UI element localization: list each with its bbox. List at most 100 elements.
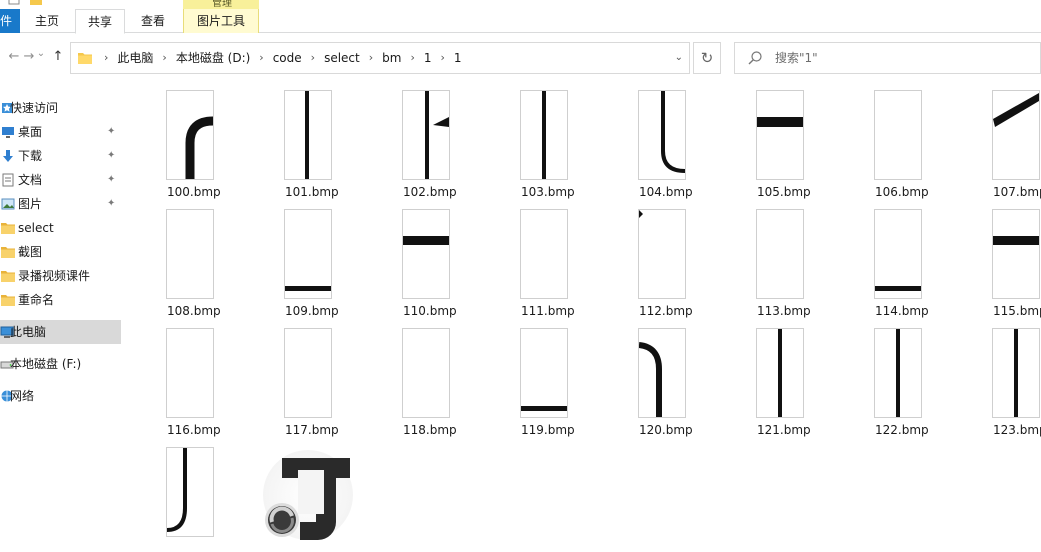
desktop-icon [2, 127, 14, 138]
recent-locations-button[interactable]: ⌄ [33, 46, 49, 62]
sidebar-item[interactable]: select [0, 216, 121, 240]
sidebar-item[interactable]: 桌面 ✦ [0, 120, 121, 144]
file-item[interactable]: 107.bmp [951, 77, 1041, 199]
thumbnail-image [542, 91, 546, 179]
navigation-pane: 快速访问 桌面 ✦ 下载 ✦ 文档 ✦ 图片 ✦ select 截图录播视频课件 重命名此电脑本地磁盘… [0, 90, 124, 541]
sidebar-item[interactable]: 快速访问 [0, 96, 121, 120]
sidebar-item[interactable]: 文档 ✦ [0, 168, 121, 192]
properties-icon[interactable] [8, 0, 20, 5]
file-item[interactable]: 110.bmp [361, 196, 479, 318]
file-thumbnail [756, 328, 804, 418]
sidebar-item-label: 重命名 [18, 293, 55, 307]
file-name: 123.bmp [993, 423, 1041, 437]
file-item[interactable]: 102.bmp [361, 77, 479, 199]
breadcrumb: › 此电脑 › 本地磁盘 (D:) › code › select › bm › 1 › 1 [95, 43, 462, 73]
breadcrumb-separator[interactable]: › [401, 43, 423, 73]
file-item[interactable] [125, 434, 243, 552]
file-item[interactable]: 103.bmp [479, 77, 597, 199]
thumbnail-image [185, 116, 213, 179]
pin-icon: ✦ [107, 198, 116, 209]
breadcrumb-separator[interactable]: › [431, 43, 453, 73]
address-bar[interactable]: › 此电脑 › 本地磁盘 (D:) › code › select › bm › 1 › 1 ⌄ [70, 42, 690, 74]
file-item[interactable]: 114.bmp [833, 196, 951, 318]
thumbnail-image [661, 91, 685, 173]
sidebar-item-label: 图片 [18, 197, 43, 211]
sidebar-item-label: select [18, 221, 54, 235]
file-item[interactable]: 106.bmp [833, 77, 951, 199]
file-item[interactable]: 100.bmp [125, 77, 243, 199]
sidebar-item[interactable]: 重命名 [0, 288, 121, 312]
ribbon: 管理 件 主页 共享 查看 图片工具 [0, 0, 1041, 34]
file-thumbnail [992, 90, 1040, 180]
breadcrumb-item[interactable]: 此电脑 [117, 43, 153, 73]
breadcrumb-item[interactable]: bm [382, 43, 401, 73]
file-item[interactable]: 101.bmp [243, 77, 361, 199]
sidebar-item[interactable]: 录播视频课件 [0, 264, 121, 288]
file-item[interactable]: 112.bmp [597, 196, 715, 318]
tab-picture-tools[interactable]: 图片工具 [183, 9, 259, 33]
up-button[interactable]: ↑ [50, 49, 66, 65]
back-button[interactable]: ← [6, 49, 22, 65]
refresh-button[interactable]: ↻ [693, 42, 721, 74]
file-thumbnail [992, 209, 1040, 299]
folder-icon [1, 223, 15, 234]
file-item[interactable]: 111.bmp [479, 196, 597, 318]
sidebar-item[interactable]: 图片 ✦ [0, 192, 121, 216]
file-item[interactable]: 104.bmp [597, 77, 715, 199]
sidebar-item[interactable]: 截图 [0, 240, 121, 264]
file-thumbnail [166, 447, 214, 537]
file-item[interactable]: 121.bmp [715, 315, 833, 437]
file-thumbnail [166, 328, 214, 418]
sidebar-item-label: 录播视频课件 [18, 269, 91, 283]
breadcrumb-separator[interactable]: › [95, 43, 117, 73]
file-item[interactable]: 116.bmp [125, 315, 243, 437]
breadcrumb-item[interactable]: 1 [454, 43, 462, 73]
file-item[interactable]: 119.bmp [479, 315, 597, 437]
pin-icon: ✦ [107, 150, 116, 161]
file-item[interactable]: 118.bmp [361, 315, 479, 437]
thumbnail-image [778, 329, 782, 417]
sidebar-item[interactable]: 网络 [0, 384, 121, 408]
tab-view[interactable]: 查看 [132, 9, 174, 33]
sidebar-item-label: 此电脑 [10, 325, 47, 339]
file-item[interactable]: 105.bmp [715, 77, 833, 199]
folder-icon [1, 247, 15, 258]
sidebar-item[interactable]: 下载 ✦ [0, 144, 121, 168]
breadcrumb-item[interactable]: select [324, 43, 360, 73]
document-icon [2, 173, 14, 187]
folder-icon[interactable] [30, 0, 42, 5]
file-thumbnail [402, 328, 450, 418]
file-item[interactable]: 109.bmp [243, 196, 361, 318]
search-box[interactable]: 搜索"1" [734, 42, 1041, 74]
breadcrumb-separator[interactable]: › [153, 43, 175, 73]
breadcrumb-separator[interactable]: › [360, 43, 382, 73]
thumbnail-image [425, 91, 449, 179]
file-item[interactable]: 123.bmp [951, 315, 1041, 437]
breadcrumb-item[interactable]: 本地磁盘 (D:) [176, 43, 250, 73]
pin-icon: ✦ [107, 126, 116, 137]
thumbnail-image [639, 210, 643, 218]
sidebar-item[interactable]: 本地磁盘 (F:) [0, 352, 121, 376]
file-item[interactable]: 108.bmp [125, 196, 243, 318]
file-item[interactable]: 122.bmp [833, 315, 951, 437]
breadcrumb-separator[interactable]: › [250, 43, 272, 73]
breadcrumb-item[interactable]: 1 [424, 43, 432, 73]
tab-home[interactable]: 主页 [27, 9, 67, 33]
file-item[interactable]: 115.bmp [951, 196, 1041, 318]
thumbnail-image [993, 236, 1039, 245]
file-thumbnail [874, 209, 922, 299]
breadcrumb-separator[interactable]: › [302, 43, 324, 73]
tab-share[interactable]: 共享 [75, 9, 125, 34]
sidebar-item-label: 本地磁盘 (F:) [10, 357, 82, 371]
chevron-down-icon[interactable]: ⌄ [675, 43, 683, 73]
search-input[interactable]: 搜索"1" [775, 43, 818, 73]
file-item[interactable]: 113.bmp [715, 196, 833, 318]
thumbnail-image [521, 406, 567, 411]
address-row: ← → ⌄ ↑ › 此电脑 › 本地磁盘 (D:) › code › select › bm › 1 ›… [0, 40, 1041, 76]
tab-file[interactable]: 件 [0, 9, 20, 33]
file-item[interactable]: 117.bmp [243, 315, 361, 437]
breadcrumb-item[interactable]: code [273, 43, 302, 73]
file-item[interactable]: 120.bmp [597, 315, 715, 437]
thumbnail-image [875, 91, 921, 179]
sidebar-item[interactable]: 此电脑 [0, 320, 121, 344]
